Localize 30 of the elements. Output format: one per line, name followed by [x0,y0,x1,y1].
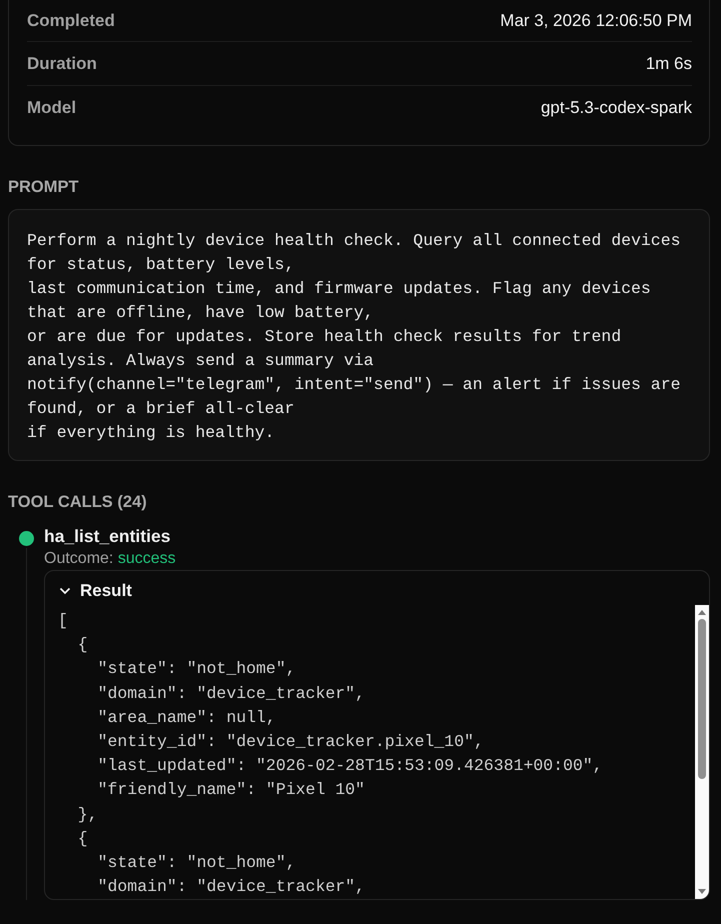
chevron-icon [59,587,71,595]
result-toggle[interactable]: Result [45,571,146,605]
scrollbar-thumb[interactable] [698,619,706,779]
code-line: [ [58,610,69,632]
tool-name: ha_list_entities [44,526,172,547]
detail-value: gpt-5.3-codex-spark [540,98,692,118]
detail-label: Duration [27,54,97,74]
code-line: "domain": "device_tracker", [96,682,366,705]
code-line: "friendly_name": "Pixel 10" [96,779,366,802]
code-line: "last_updated": "2026-02-28T15:53:09.426381+00:00", [96,755,604,778]
detail-value: 1m 6s [646,54,692,74]
detail-label: Completed [27,10,115,30]
code-line: { [76,634,89,656]
scrollbar[interactable] [695,605,709,899]
code-line: "state": "not_home", [96,852,297,874]
code-line: { [76,828,89,850]
scroll-up-icon[interactable] [697,608,707,616]
scroll-down-icon[interactable] [697,888,707,896]
code-line: "entity_id": "device_tracker.pixel_10", [96,731,485,754]
prompt-text: Perform a nightly device health check. Query all connected devices for status, battery levels, last communication time, and firmware updates. Flag any devices that are offline, have low battery, or are due for updates. Store health check results for trend analysis. Always send a summary via notify(channel="telegram", intent="send") — an alert if issues are found, or a brief all-clear if everything is healthy. [8,209,710,461]
code-line: }, [76,804,99,826]
detail-value: Mar 3, 2026 12:06:50 PM [500,10,692,30]
section-heading: TOOL CALLS (24) [8,493,148,512]
section-heading: PROMPT [8,178,80,197]
code-line: "area_name": null, [96,706,277,729]
code-line: "domain": "device_tracker", [96,876,366,898]
code-line: "state": "not_home", [96,658,297,680]
detail-label: Model [27,98,76,118]
outcome-label: Outcome: [44,550,114,567]
outcome-value: success [118,550,176,567]
